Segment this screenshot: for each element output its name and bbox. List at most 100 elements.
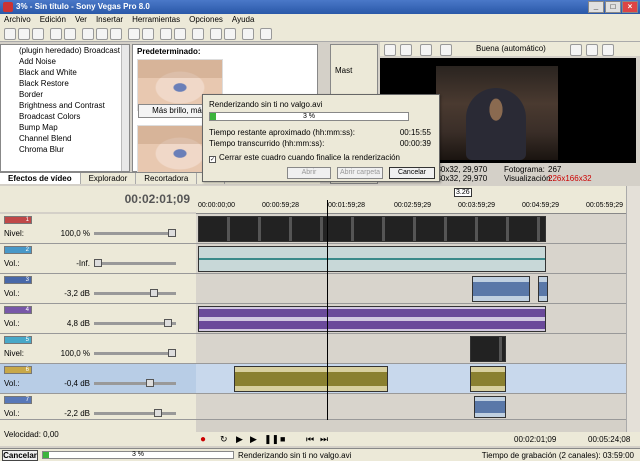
cancel-render-button[interactable]: Cancelar [389,167,435,179]
properties-icon[interactable] [50,28,62,40]
tab-explorer[interactable]: Explorador [81,173,137,184]
fx-list-scrollbar[interactable] [121,45,129,171]
fx-item[interactable]: Black Restore [1,78,129,89]
fx-item[interactable]: Brightness and Contrast [1,100,129,111]
audio-event[interactable] [198,246,546,272]
zoom-icon[interactable] [242,28,254,40]
track-level-slider[interactable] [94,349,176,357]
go-to-start-icon[interactable]: ⏮ [306,434,314,445]
new-icon[interactable] [4,28,16,40]
menu-archivo[interactable]: Archivo [4,14,31,26]
audio-event[interactable] [198,306,546,332]
snap-icon[interactable] [160,28,172,40]
save-icon[interactable] [32,28,44,40]
status-cancel-button[interactable]: Cancelar [2,450,38,461]
fx-item[interactable]: Border [1,89,129,100]
timeline-ruler[interactable]: 00:00:00;00 00:00:59;28 00:01:59;28 00:0… [196,200,626,214]
menu-herramientas[interactable]: Herramientas [132,14,180,26]
open-button[interactable]: Abrir [287,167,331,179]
copy-snapshot-icon[interactable] [570,44,582,56]
track-level-slider[interactable] [94,229,176,237]
marker-bar[interactable]: 3.26 [196,186,626,200]
track-lane[interactable] [196,214,626,244]
envelope-icon[interactable] [224,28,236,40]
track-lane-selected[interactable] [196,364,626,394]
track-header[interactable]: 4 Vol.: 4,8 dB [0,304,196,334]
render-icon[interactable] [64,28,76,40]
track-header-selected[interactable]: 6 Vol.: -0,4 dB [0,364,196,394]
preview-device-icon[interactable] [400,44,412,56]
track-header[interactable]: 1 Nivel: 100,0 % [0,214,196,244]
record-icon[interactable]: ● [200,434,206,445]
track-volume-slider[interactable] [94,409,176,417]
lock-icon[interactable] [192,28,204,40]
loop-icon[interactable]: ↻ [220,434,228,445]
go-to-end-icon[interactable]: ⏭ [320,434,328,445]
save-snapshot-icon[interactable] [586,44,598,56]
play-icon[interactable]: ▶ [250,434,257,445]
video-event[interactable] [470,336,506,362]
track-lane[interactable] [196,334,626,364]
preview-quality-select[interactable]: Buena (automático) [476,44,546,53]
track-lane[interactable] [196,394,626,420]
cut-icon[interactable] [82,28,94,40]
fx-item[interactable]: Black and White [1,67,129,78]
track-lane[interactable] [196,304,626,334]
autoripple-icon[interactable] [174,28,186,40]
audio-event[interactable] [474,396,506,418]
paste-icon[interactable] [110,28,122,40]
fx-item[interactable]: Bump Map [1,122,129,133]
track-header[interactable]: 5 Nivel: 100,0 % [0,334,196,364]
menu-ayuda[interactable]: Ayuda [232,14,255,26]
close-button[interactable]: × [622,1,638,13]
track-volume-slider[interactable] [94,259,176,267]
undo-icon[interactable] [128,28,140,40]
minimize-button[interactable]: _ [588,1,604,13]
stop-icon[interactable]: ■ [280,434,285,444]
tab-trimmer[interactable]: Recortadora [136,173,198,184]
track-header[interactable]: 7 Vol.: -2,2 dB [0,394,196,420]
menu-ver[interactable]: Ver [75,14,87,26]
pause-icon[interactable]: ❚❚ [264,434,279,445]
redo-icon[interactable] [142,28,154,40]
fx-item[interactable]: Channel Blend [1,133,129,144]
fx-item[interactable]: Chroma Blur [1,144,129,155]
track-volume-slider[interactable] [94,379,176,387]
timeline-cursor[interactable] [327,200,328,420]
audio-event[interactable] [234,366,388,392]
remaining-label: Tiempo restante aproximado (hh:mm:ss): [209,128,355,137]
track-header[interactable]: 3 Vol.: -3,2 dB [0,274,196,304]
copy-icon[interactable] [96,28,108,40]
audio-event[interactable] [470,366,506,392]
split-screen-icon[interactable] [420,44,432,56]
track-header[interactable]: 2 Vol.: -Inf. [0,244,196,274]
tab-video-fx[interactable]: Efectos de vídeo [0,173,81,184]
menu-insertar[interactable]: Insertar [96,14,123,26]
preview-properties-icon[interactable] [384,44,396,56]
open-folder-button[interactable]: Abrir carpeta [337,167,383,179]
normal-edit-icon[interactable] [210,28,222,40]
audio-event[interactable] [538,276,548,302]
menu-opciones[interactable]: Opciones [189,14,223,26]
fx-item[interactable]: Add Noise [1,56,129,67]
close-when-done-checkbox[interactable]: ✓ Cerrar este cuadro cuando finalice la r… [209,153,400,163]
track-lane[interactable] [196,244,626,274]
timeline-vertical-scrollbar[interactable] [626,186,640,432]
overlay-icon[interactable] [440,44,452,56]
marker-flag[interactable]: 3.26 [454,188,472,197]
maximize-button[interactable]: □ [605,1,621,13]
track-volume-slider[interactable] [94,319,176,327]
preview-frame [436,66,558,160]
track-lane[interactable] [196,274,626,304]
help-icon[interactable] [260,28,272,40]
video-event[interactable] [198,216,546,242]
fx-item[interactable]: Broadcast Colors [1,111,129,122]
main-toolbar [0,26,640,42]
grid-icon[interactable] [602,44,614,56]
play-from-start-icon[interactable]: ▶ [236,434,243,445]
open-icon[interactable] [18,28,30,40]
menu-edicion[interactable]: Edición [40,14,66,26]
audio-event[interactable] [472,276,530,302]
fx-item[interactable]: (plugin heredado) Broadcast Colo [1,45,129,56]
track-volume-slider[interactable] [94,289,176,297]
